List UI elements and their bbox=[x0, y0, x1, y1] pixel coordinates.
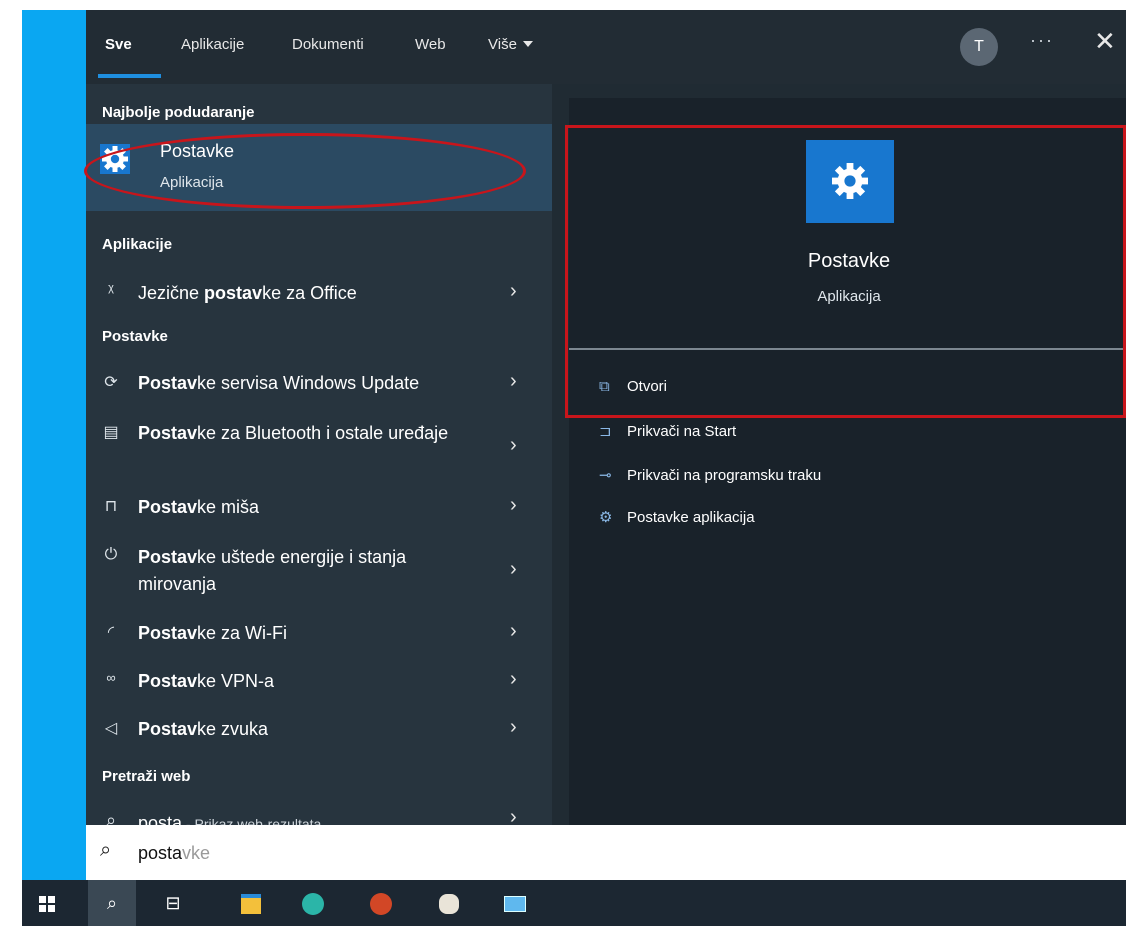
taskbar-search-icon[interactable]: ⌕ bbox=[88, 880, 136, 926]
search-box[interactable]: ⌕ postavke bbox=[86, 829, 1126, 879]
result-label-post: ke VPN-a bbox=[197, 671, 275, 691]
avatar[interactable]: T bbox=[960, 28, 998, 66]
chevron-right-icon[interactable]: › bbox=[510, 620, 517, 643]
gear-icon: ⚙ bbox=[599, 509, 613, 526]
result-label: Postavke za Wi-Fi bbox=[138, 620, 468, 647]
action-app-settings[interactable]: ⚙ Postavke aplikacija bbox=[599, 508, 755, 526]
paint-icon[interactable] bbox=[434, 888, 464, 918]
chevron-right-icon[interactable]: › bbox=[510, 668, 517, 691]
web-query: posta bbox=[138, 813, 183, 825]
result-label: Postavke uštede energije i stanja mirova… bbox=[138, 544, 468, 598]
refresh-icon: ⟳ bbox=[104, 374, 118, 391]
search-header: Sve Aplikacije Dokumenti Web Više T ··· … bbox=[86, 10, 1126, 84]
search-input[interactable]: postavke bbox=[138, 843, 210, 864]
list-item[interactable]: ⟳ Postavke servisa Windows Update › bbox=[86, 370, 552, 400]
tab-documents[interactable]: Dokumenti bbox=[292, 10, 364, 84]
chevron-down-icon bbox=[522, 41, 533, 47]
result-label-post: ke servisa Windows Update bbox=[197, 373, 420, 393]
result-label-post: ke za Bluetooth i ostale uređaje bbox=[197, 423, 449, 443]
list-item[interactable]: ᵡ Jezične postavke za Office › bbox=[86, 280, 552, 310]
action-pin-start[interactable]: ⊐ Prikvači na Start bbox=[599, 422, 736, 440]
windows-start-icon[interactable] bbox=[32, 888, 62, 918]
language-icon: ᵡ bbox=[108, 282, 114, 299]
result-label-post: ke za Office bbox=[262, 283, 357, 303]
web-suffix: - Prikaz web-rezultata bbox=[182, 816, 322, 825]
list-item[interactable]: ⊓ Postavke miša › bbox=[86, 494, 552, 524]
result-label-match: Postav bbox=[138, 423, 198, 443]
result-label: Jezične postavke za Office bbox=[138, 280, 468, 307]
chevron-right-icon[interactable]: › bbox=[510, 810, 517, 825]
highlight-box bbox=[565, 125, 1126, 418]
chevron-right-icon[interactable]: › bbox=[510, 558, 517, 581]
result-label: Postavke VPN-a bbox=[138, 668, 468, 695]
control-panel-icon[interactable] bbox=[500, 888, 530, 918]
action-label: Prikvači na programsku traku bbox=[627, 467, 822, 484]
highlight-ellipse bbox=[84, 133, 526, 209]
list-item[interactable]: ◁ Postavke zvuka › bbox=[86, 716, 552, 746]
action-label: Prikvači na Start bbox=[627, 423, 737, 440]
mouse-icon: ⊓ bbox=[104, 498, 118, 515]
result-label-match: Postav bbox=[138, 719, 198, 739]
tab-more[interactable]: Više bbox=[488, 10, 533, 84]
tab-more-label: Više bbox=[488, 36, 517, 53]
chevron-right-icon[interactable]: › bbox=[510, 716, 517, 739]
result-label: Postavke miša bbox=[138, 494, 468, 521]
result-label-match: Postav bbox=[138, 547, 198, 567]
result-label: Postavke za Bluetooth i ostale uređaje bbox=[138, 420, 468, 447]
file-explorer-icon[interactable] bbox=[236, 888, 266, 918]
taskbar: ⌕ ⊟ bbox=[22, 880, 1126, 926]
result-label-post: ke za Wi-Fi bbox=[197, 623, 288, 643]
action-label: Postavke aplikacija bbox=[627, 509, 755, 526]
search-icon: ⌕ bbox=[105, 810, 117, 825]
active-tab-indicator bbox=[98, 74, 161, 78]
result-label-match: Postav bbox=[138, 373, 198, 393]
result-label: Postavke servisa Windows Update bbox=[138, 370, 468, 397]
web-result-item[interactable]: ⌕ posta - Prikaz web-rezultata › bbox=[86, 810, 552, 825]
section-web: Pretraži web bbox=[102, 768, 191, 785]
action-pin-taskbar[interactable]: ⊸ Prikvači na programsku traku bbox=[599, 466, 821, 484]
result-label-match: Postav bbox=[138, 671, 198, 691]
section-apps: Aplikacije bbox=[102, 236, 173, 253]
power-icon: ⏻ bbox=[104, 546, 118, 563]
chevron-right-icon[interactable]: › bbox=[510, 370, 517, 393]
list-item[interactable]: ∞ Postavke VPN-a › bbox=[86, 668, 552, 698]
edge-browser-icon[interactable] bbox=[298, 888, 328, 918]
chevron-right-icon[interactable]: › bbox=[510, 434, 517, 457]
chevron-right-icon[interactable]: › bbox=[510, 280, 517, 303]
desktop-background bbox=[22, 10, 86, 880]
result-label: posta - Prikaz web-rezultata bbox=[138, 810, 468, 825]
tab-all[interactable]: Sve bbox=[105, 10, 132, 84]
close-icon[interactable]: ✕ bbox=[1094, 26, 1116, 56]
search-icon: ⌕ bbox=[100, 839, 112, 861]
bluetooth-devices-icon: ▤ bbox=[103, 424, 119, 441]
search-typed: posta bbox=[138, 843, 183, 863]
result-label-post: ke miša bbox=[197, 497, 260, 517]
powerpoint-icon[interactable] bbox=[366, 888, 396, 918]
section-best-match: Najbolje podudaranje bbox=[102, 104, 255, 121]
list-item[interactable]: ⏻ Postavke uštede energije i stanja miro… bbox=[86, 544, 552, 600]
pin-icon: ⊐ bbox=[599, 423, 612, 440]
tab-web[interactable]: Web bbox=[415, 10, 446, 84]
tab-apps[interactable]: Aplikacije bbox=[181, 10, 244, 84]
list-item[interactable]: ▤ Postavke za Bluetooth i ostale uređaje… bbox=[86, 420, 552, 476]
result-label-match: postav bbox=[204, 283, 263, 303]
section-settings: Postavke bbox=[102, 328, 168, 345]
pin-taskbar-icon: ⊸ bbox=[599, 467, 612, 484]
search-completion: vke bbox=[182, 843, 211, 863]
list-item[interactable]: ◜ Postavke za Wi-Fi › bbox=[86, 620, 552, 650]
result-label-match: Postav bbox=[138, 623, 198, 643]
wifi-icon: ◜ bbox=[107, 624, 115, 641]
result-label-post: ke zvuka bbox=[197, 719, 269, 739]
more-options-icon[interactable]: ··· bbox=[1030, 30, 1054, 51]
result-label: Postavke zvuka bbox=[138, 716, 468, 743]
result-label-match: Postav bbox=[138, 497, 198, 517]
task-view-icon[interactable]: ⊟ bbox=[158, 888, 188, 918]
speaker-icon: ◁ bbox=[104, 720, 118, 737]
result-label-pre: Jezične bbox=[138, 283, 205, 303]
chevron-right-icon[interactable]: › bbox=[510, 494, 517, 517]
vpn-icon: ∞ bbox=[106, 670, 116, 685]
